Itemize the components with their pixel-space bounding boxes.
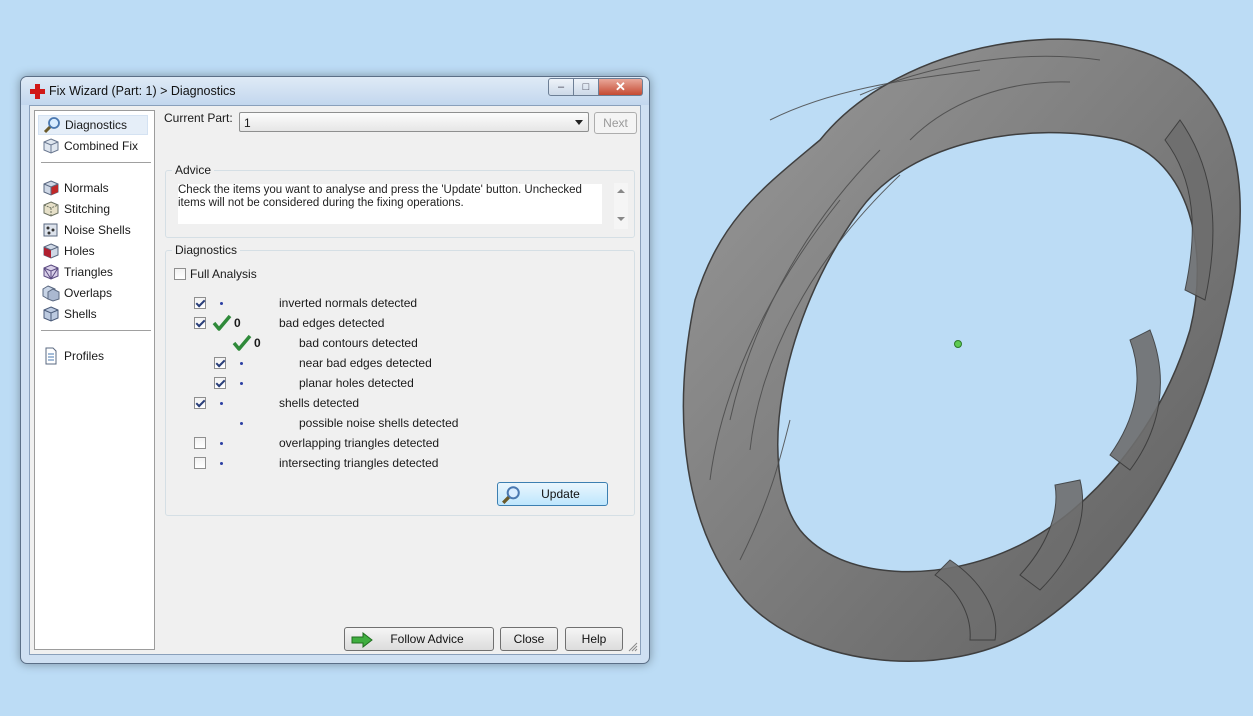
- shells-checkbox[interactable]: [194, 397, 206, 409]
- status-dot: [240, 382, 243, 385]
- holes-cube-icon: [43, 243, 59, 259]
- full-analysis-label: Full Analysis: [190, 267, 257, 281]
- close-button[interactable]: Close: [500, 627, 558, 651]
- help-button[interactable]: Help: [565, 627, 623, 651]
- document-icon: [45, 347, 57, 365]
- status-dot: [240, 422, 243, 425]
- nav-label: Noise Shells: [64, 223, 131, 237]
- bad-contours-label: bad contours detected: [299, 336, 418, 350]
- nav-item-diagnostics[interactable]: Diagnostics: [38, 115, 148, 135]
- planar-holes-label: planar holes detected: [299, 376, 414, 390]
- nav-label: Profiles: [64, 349, 105, 363]
- shells-label: shells detected: [279, 396, 360, 410]
- follow-advice-label: Follow Advice: [390, 632, 464, 646]
- cube-icon: [43, 138, 59, 154]
- nav-item-noise-shells[interactable]: Noise Shells: [38, 220, 148, 240]
- intersecting-triangles-checkbox[interactable]: [194, 457, 206, 469]
- follow-advice-button[interactable]: Follow Advice: [344, 627, 494, 651]
- window-title: Fix Wizard (Part: 1) > Diagnostics: [49, 84, 236, 98]
- diagnostics-group: Diagnostics Full Analysis inverted norma…: [165, 243, 635, 516]
- fix-nav-list: Diagnostics Combined Fix Normals Stitchi…: [34, 110, 155, 650]
- normals-cube-icon: [43, 180, 59, 196]
- near-bad-edges-label: near bad edges detected: [299, 356, 432, 370]
- nav-label: Overlaps: [64, 286, 113, 300]
- full-analysis-checkbox[interactable]: [174, 268, 186, 280]
- stitching-cube-icon: [43, 201, 59, 217]
- nav-separator: [41, 162, 151, 163]
- dialog-client: Diagnostics Combined Fix Normals Stitchi…: [29, 105, 641, 655]
- status-dot: [220, 462, 223, 465]
- overlaps-icon: [42, 285, 60, 302]
- red-cross-icon: [30, 84, 45, 99]
- maximize-button[interactable]: □: [574, 78, 599, 96]
- update-button[interactable]: Update: [497, 482, 608, 506]
- diagnostics-title: Diagnostics: [172, 243, 241, 257]
- minimize-button[interactable]: –: [548, 78, 574, 96]
- inverted-normals-checkbox[interactable]: [194, 297, 206, 309]
- nav-label: Shells: [64, 307, 97, 321]
- nav-label: Normals: [64, 181, 109, 195]
- advice-group: Advice Check the items you want to analy…: [165, 163, 635, 238]
- nav-label: Diagnostics: [65, 118, 128, 132]
- resize-grip-icon[interactable]: [628, 642, 638, 652]
- advice-title: Advice: [172, 163, 215, 177]
- planar-holes-checkbox[interactable]: [214, 377, 226, 389]
- scroll-down-icon[interactable]: [617, 217, 625, 221]
- current-part-value: 1: [244, 116, 251, 130]
- status-dot: [240, 362, 243, 365]
- status-dot: [220, 402, 223, 405]
- check-mark-icon: [212, 314, 232, 331]
- noise-shells-label: possible noise shells detected: [299, 416, 459, 430]
- close-window-button[interactable]: ✕: [599, 78, 643, 96]
- fix-wizard-window: Fix Wizard (Part: 1) > Diagnostics – □ ✕…: [20, 76, 650, 664]
- nav-item-shells[interactable]: Shells: [38, 304, 148, 324]
- nav-item-stitching[interactable]: Stitching: [38, 199, 148, 219]
- nav-item-triangles[interactable]: Triangles: [38, 262, 148, 282]
- advice-text-box: Check the items you want to analyse and …: [178, 184, 602, 224]
- inverted-normals-label: inverted normals detected: [279, 296, 418, 310]
- nav-item-holes[interactable]: Holes: [38, 241, 148, 261]
- overlapping-triangles-checkbox[interactable]: [194, 437, 206, 449]
- intersecting-triangles-label: intersecting triangles detected: [279, 456, 439, 470]
- shells-icon: [43, 306, 59, 322]
- arrow-right-icon: [351, 632, 373, 648]
- update-label: Update: [541, 487, 580, 501]
- advice-text: Check the items you want to analyse and …: [178, 184, 582, 209]
- check-mark-icon: [232, 334, 252, 351]
- advice-scrollbar[interactable]: [614, 183, 628, 229]
- nav-item-combined-fix[interactable]: Combined Fix: [38, 136, 148, 156]
- bad-edges-label: bad edges detected: [279, 316, 385, 330]
- nav-item-normals[interactable]: Normals: [38, 178, 148, 198]
- noise-shells-icon: [43, 223, 58, 237]
- current-part-select[interactable]: 1: [239, 112, 589, 132]
- overlapping-triangles-label: overlapping triangles detected: [279, 436, 440, 450]
- caption-buttons: – □ ✕: [548, 78, 643, 96]
- nav-label: Triangles: [64, 265, 113, 279]
- title-bar[interactable]: Fix Wizard (Part: 1) > Diagnostics – □ ✕: [21, 77, 649, 105]
- nav-separator: [41, 330, 151, 331]
- nav-label: Holes: [64, 244, 95, 258]
- status-dot: [220, 442, 223, 445]
- bad-edges-checkbox[interactable]: [194, 317, 206, 329]
- nav-item-profiles[interactable]: Profiles: [38, 346, 148, 366]
- 3d-viewport[interactable]: [650, 0, 1253, 716]
- triangles-cube-icon: [43, 264, 59, 280]
- nav-label: Combined Fix: [64, 139, 139, 153]
- bad-contours-count: 0: [254, 336, 261, 350]
- nav-item-overlaps[interactable]: Overlaps: [38, 283, 148, 303]
- next-button[interactable]: Next: [594, 112, 637, 134]
- current-part-label: Current Part:: [164, 111, 233, 125]
- near-bad-edges-checkbox[interactable]: [214, 357, 226, 369]
- scroll-up-icon[interactable]: [617, 189, 625, 193]
- ring-model: [682, 38, 1241, 662]
- chevron-down-icon: [575, 120, 583, 125]
- magnifier-icon: [43, 117, 60, 134]
- bad-edges-count: 0: [234, 316, 241, 330]
- nav-label: Stitching: [64, 202, 111, 216]
- status-dot: [220, 302, 223, 305]
- magnifier-icon: [502, 486, 520, 504]
